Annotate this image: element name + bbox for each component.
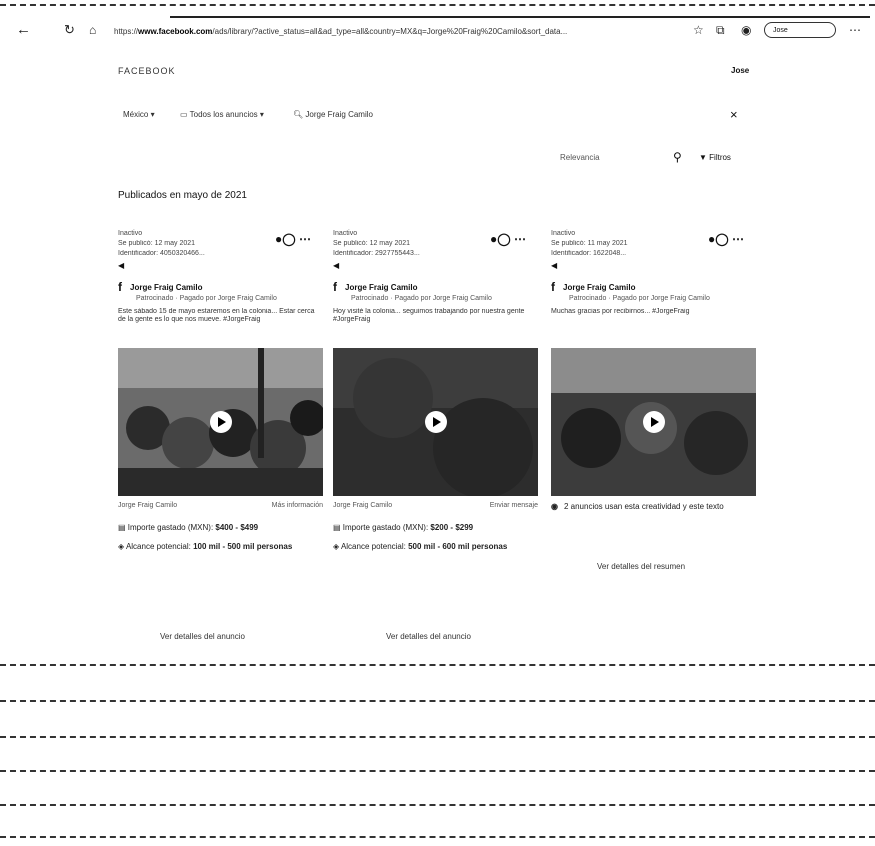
advertiser-avatar: f: [333, 280, 337, 294]
category-select[interactable]: ▭ Todos los anuncios ▾: [180, 110, 264, 119]
expand-icon[interactable]: ◀: [333, 261, 538, 270]
advertiser-name[interactable]: Jorge Fraig Camilo: [345, 283, 417, 292]
ad-category-icon: ▭: [180, 110, 188, 119]
advertiser-name[interactable]: Jorge Fraig Camilo: [563, 283, 635, 292]
spend-label: Importe gastado (MXN):: [127, 523, 214, 532]
search-icon[interactable]: ⚲: [673, 150, 682, 164]
sort-select[interactable]: Relevancia: [560, 153, 600, 162]
filter-icon: ▼: [699, 153, 707, 162]
scan-line: [0, 736, 875, 738]
reach-icon: ◈: [333, 542, 340, 551]
spend-value: $200 - $299: [430, 523, 474, 532]
country-value: México: [123, 110, 149, 119]
home-icon[interactable]: ⌂: [89, 22, 96, 38]
platform-icons: ●◯ ⋯: [707, 232, 744, 246]
shield-icon[interactable]: ◉: [741, 23, 751, 37]
user-name[interactable]: Jose: [731, 66, 749, 75]
advertiser-sub: Patrocinado · Pagado por Jorge Fraig Cam…: [569, 295, 710, 302]
ad-id: Identificador: 1622048...: [551, 250, 627, 257]
summary-details-button[interactable]: Ver detalles del resumen: [597, 562, 685, 571]
caption-name: Jorge Fraig Camilo: [118, 502, 178, 509]
scan-line: [0, 700, 875, 702]
spend-icon: ▤: [118, 523, 126, 532]
advertiser-avatar: f: [118, 280, 122, 294]
summary-text: 2 anuncios usan esta creatividad y este …: [563, 502, 724, 511]
clear-search-icon[interactable]: ×: [730, 107, 738, 122]
star-icon[interactable]: ☆: [693, 23, 704, 37]
section-title: Publicados en mayo de 2021: [118, 190, 247, 201]
spend-icon: ▤: [333, 523, 341, 532]
ad-card: Inactivo ●◯ ⋯ Se publicó: 12 may 2021 Id…: [333, 230, 538, 551]
scan-line: [0, 804, 875, 806]
platform-icons: ●◯ ⋯: [274, 232, 311, 246]
advertiser-name[interactable]: Jorge Fraig Camilo: [130, 283, 202, 292]
ad-details-button[interactable]: Ver detalles del anuncio: [160, 632, 245, 641]
scan-line: [0, 836, 875, 838]
expand-icon[interactable]: ◀: [118, 261, 323, 270]
profile-label: Jose: [773, 27, 788, 34]
summary-icon: ◉: [551, 502, 558, 511]
reach-icon: ◈: [118, 542, 125, 551]
country-select[interactable]: México ▾: [123, 110, 155, 119]
platform-icons: ●◯ ⋯: [489, 232, 526, 246]
reach-label: Alcance potencial:: [125, 542, 191, 551]
extensions-icon[interactable]: ⧉: [716, 23, 725, 38]
reload-icon[interactable]: ↻: [64, 22, 75, 38]
ad-body-text: Muchas gracias por recibirnos... #JorgeF…: [551, 308, 690, 315]
play-icon[interactable]: [424, 411, 447, 433]
reach-metric: ◈ Alcance potencial: 100 mil - 500 mil p…: [118, 542, 323, 551]
scan-line: [0, 770, 875, 772]
spend-metric: ▤ Importe gastado (MXN): $200 - $299: [333, 523, 538, 532]
ad-video[interactable]: [333, 348, 538, 496]
ad-id: Identificador: 2927755443...: [333, 250, 420, 257]
spend-label: Importe gastado (MXN):: [342, 523, 429, 532]
profile-button[interactable]: Jose: [764, 22, 836, 38]
spend-metric: ▤ Importe gastado (MXN): $400 - $499: [118, 523, 323, 532]
url-path: /ads/library/?active_status=all&ad_type=…: [212, 27, 568, 36]
ad-details-button[interactable]: Ver detalles del anuncio: [386, 632, 471, 641]
search-input[interactable]: 🔍︎ Jorge Fraig Camilo: [293, 110, 373, 119]
scan-line: [0, 664, 875, 666]
chevron-down-icon: ▾: [259, 110, 264, 119]
ad-card: Inactivo ●◯ ⋯ Se publicó: 12 may 2021 Id…: [118, 230, 323, 551]
brand-logo[interactable]: FACEBOOK: [118, 66, 176, 76]
play-icon[interactable]: [209, 411, 232, 433]
spend-value: $400 - $499: [215, 523, 259, 532]
url-prefix: https://: [114, 27, 139, 36]
ad-video[interactable]: [551, 348, 756, 496]
ad-video[interactable]: [118, 348, 323, 496]
ad-body-text: Hoy visité la colonia... seguimos trabaj…: [333, 308, 525, 323]
filters-button[interactable]: ▼ Filtros: [699, 153, 731, 162]
reach-value: 100 mil - 500 mil personas: [193, 542, 293, 551]
play-icon[interactable]: [642, 411, 665, 433]
search-icon: 🔍︎: [293, 110, 304, 119]
ad-card: Inactivo ●◯ ⋯ Se publicó: 11 may 2021 Id…: [551, 230, 756, 511]
cta-button[interactable]: Más información: [272, 502, 323, 509]
reach-value: 500 mil - 600 mil personas: [408, 542, 508, 551]
address-bar[interactable]: https://www.facebook.com/ads/library/?ac…: [114, 27, 644, 36]
advertiser-sub: Patrocinado · Pagado por Jorge Fraig Cam…: [136, 295, 277, 302]
reach-label: Alcance potencial:: [340, 542, 406, 551]
filters-label: Filtros: [709, 153, 731, 162]
search-query: Jorge Fraig Camilo: [305, 110, 373, 119]
advertiser-avatar: f: [551, 280, 555, 294]
ad-id: Identificador: 4050320466...: [118, 250, 205, 257]
category-value: Todos los anuncios: [189, 110, 258, 119]
reach-metric: ◈ Alcance potencial: 500 mil - 600 mil p…: [333, 542, 538, 551]
expand-icon[interactable]: ◀: [551, 261, 756, 270]
caption-name: Jorge Fraig Camilo: [333, 502, 393, 509]
ad-body-text: Este sábado 15 de mayo estaremos en la c…: [118, 308, 315, 323]
back-arrow-icon[interactable]: ←: [16, 22, 31, 38]
cta-button[interactable]: Enviar mensaje: [490, 502, 538, 509]
browser-top-border: [170, 16, 870, 18]
scan-line: [0, 4, 875, 6]
url-domain: www.facebook.com: [138, 27, 213, 36]
more-menu-icon[interactable]: ⋯: [849, 23, 861, 37]
chevron-down-icon: ▾: [150, 110, 155, 119]
advertiser-sub: Patrocinado · Pagado por Jorge Fraig Cam…: [351, 295, 492, 302]
